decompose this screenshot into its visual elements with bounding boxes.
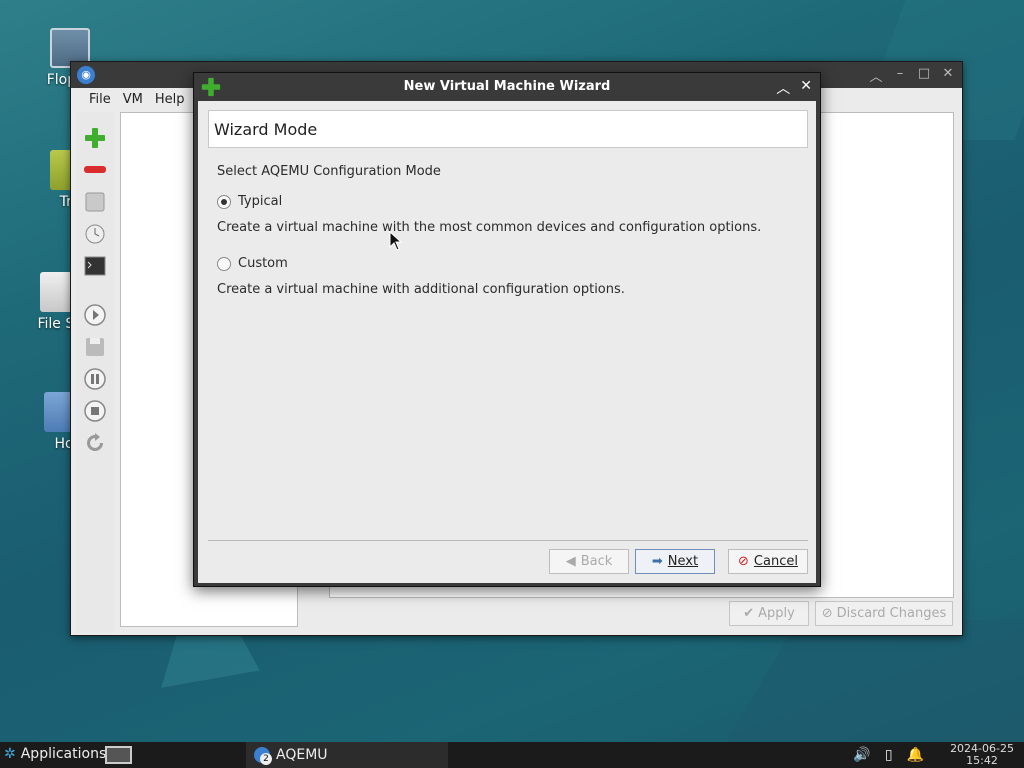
close-icon[interactable]: ✕ (800, 78, 812, 98)
xfce-logo-icon: ✲ (4, 746, 16, 762)
shade-icon[interactable]: ︿ (868, 66, 884, 85)
stop-icon[interactable] (83, 399, 107, 423)
discard-changes-button[interactable]: ⊘ Discard Changes (815, 601, 953, 626)
maximize-icon[interactable]: □ (916, 66, 932, 85)
config-mode-label: Select AQEMU Configuration Mode (217, 164, 441, 179)
next-button[interactable]: ➡ Next (635, 549, 715, 574)
terminal-icon[interactable] (83, 254, 107, 278)
close-icon[interactable]: ✕ (940, 66, 956, 85)
wizard-title: New Virtual Machine Wizard (403, 79, 611, 94)
typical-radio-option[interactable]: Typical (217, 194, 282, 209)
typical-description: Create a virtual machine with the most c… (217, 220, 762, 235)
aqemu-task-icon: 2 (254, 747, 272, 765)
typical-label[interactable]: Typical (238, 194, 282, 209)
menu-vm[interactable]: VM (117, 92, 149, 107)
save-state-icon[interactable] (83, 335, 107, 359)
cancel-icon: ⊘ (821, 606, 833, 621)
custom-radio-option[interactable]: Custom (217, 256, 288, 271)
custom-description: Create a virtual machine with additional… (217, 282, 625, 297)
wizard-titlebar[interactable]: New Virtual Machine Wizard ︿ ✕ (194, 73, 820, 101)
show-desktop-button[interactable] (105, 746, 132, 764)
shade-icon[interactable]: ︿ (776, 78, 790, 98)
menu-file[interactable]: File (83, 92, 117, 107)
cancel-icon: ⊘ (738, 554, 749, 569)
new-vm-wizard-dialog: New Virtual Machine Wizard ︿ ✕ Wizard Mo… (193, 72, 821, 587)
aqemu-app-icon: ◉ (77, 66, 95, 84)
notification-bell-icon[interactable]: 🔔 (907, 747, 924, 763)
divider (208, 540, 808, 541)
menu-help[interactable]: Help (149, 92, 191, 107)
arrow-left-icon: ◀ (565, 554, 576, 569)
play-icon[interactable] (83, 303, 107, 327)
back-button[interactable]: ◀ Back (549, 549, 629, 574)
pause-icon[interactable] (83, 367, 107, 391)
add-vm-icon[interactable] (83, 126, 107, 150)
custom-radio[interactable] (217, 256, 231, 271)
custom-label[interactable]: Custom (238, 256, 288, 271)
typical-radio[interactable] (217, 194, 231, 209)
mouse-pointer-icon (389, 231, 403, 251)
system-tray: 🔊 ▯ 🔔 (853, 747, 924, 763)
battery-icon[interactable]: ▯ (885, 747, 893, 763)
taskbar: ✲ Applications 2 AQEMU 🔊 ▯ 🔔 2024-06-25 … (0, 742, 1024, 768)
apply-button[interactable]: ✔ Apply (729, 601, 809, 626)
minimize-icon[interactable]: – (892, 66, 908, 85)
arrow-right-icon: ➡ (651, 554, 663, 569)
clock[interactable]: 2024-06-25 15:42 (950, 743, 1014, 767)
volume-icon[interactable]: 🔊 (853, 747, 870, 763)
reset-icon[interactable] (83, 431, 107, 455)
check-icon: ✔ (743, 606, 755, 621)
cancel-button[interactable]: ⊘ Cancel (728, 549, 808, 574)
wizard-body: Wizard Mode Select AQEMU Configuration M… (198, 101, 816, 583)
delete-vm-icon[interactable] (83, 158, 107, 182)
vm-toolbar (76, 112, 114, 633)
applications-menu[interactable]: ✲ Applications (4, 746, 106, 762)
task-aqemu[interactable]: 2 AQEMU (246, 742, 448, 768)
hdd-icon[interactable] (83, 190, 107, 214)
clock-icon[interactable] (83, 222, 107, 246)
wizard-mode-heading: Wizard Mode (208, 110, 808, 148)
